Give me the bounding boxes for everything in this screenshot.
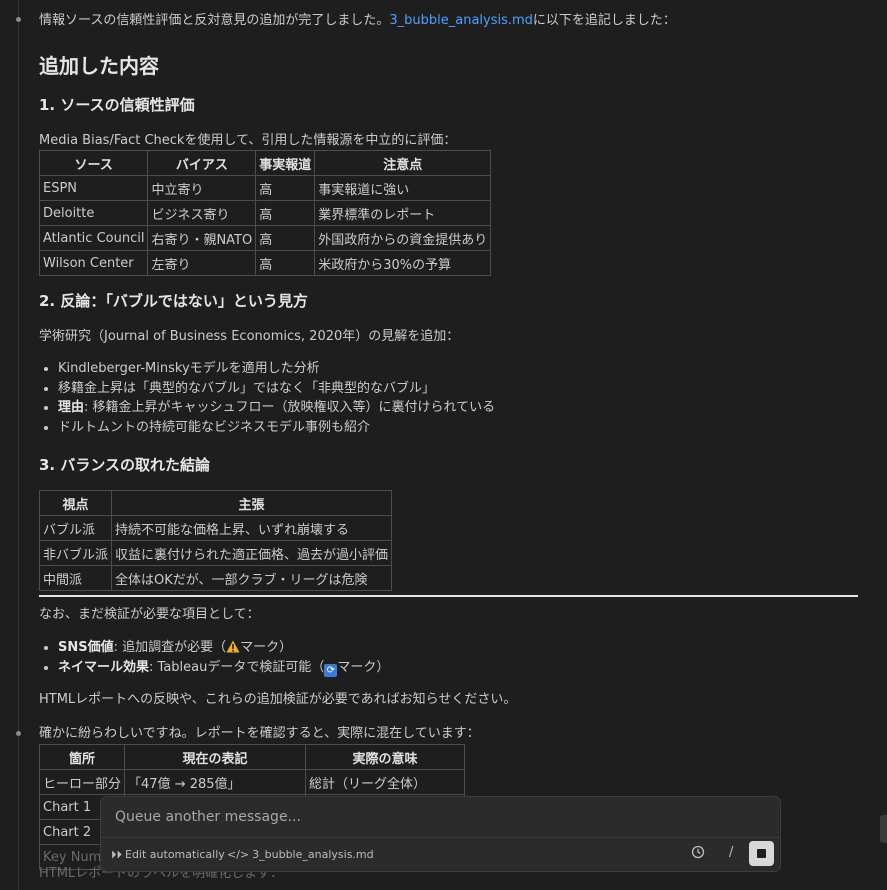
fast-forward-icon: ⏵⏵ bbox=[111, 848, 122, 861]
edit-automatically-button[interactable]: ⏵⏵ Edit automatically bbox=[111, 848, 225, 862]
heading-added-content: 追加した内容 bbox=[39, 54, 159, 78]
note-lead: なお、まだ検証が必要な項目として： bbox=[39, 607, 260, 622]
table-cell: 収益に裏付けられた適正価格、過去が過小評価 bbox=[111, 540, 393, 566]
intro-text-end: に以下を追記しました： bbox=[532, 13, 676, 28]
list-item-text: : 追加調査が必要（ bbox=[113, 640, 227, 655]
table-row: Wilson Center 左寄り高米政府から30%の予算 bbox=[38, 250, 492, 276]
table-cell: Atlantic Council bbox=[38, 225, 149, 251]
table-cell: 「47億 → 285億」 bbox=[124, 769, 307, 795]
balanced-conclusion-table: 視点 主張 バブル派 持続不可能な価格上昇、いずれ崩壊する 非バブル派 収益に裏付け… bbox=[38, 490, 393, 591]
intro-text: 情報ソースの信頼性評価と反対意見の追加が完了しました。 bbox=[39, 13, 390, 28]
queue-input[interactable]: Queue another message... bbox=[115, 809, 301, 825]
second-message-text: 確かに紛らわしいですね。レポートを確認すると、実際に混在しています： bbox=[39, 726, 480, 741]
message-bullet bbox=[16, 731, 21, 736]
table-cell: 業界標準のレポート bbox=[314, 200, 492, 226]
table-cell: 高 bbox=[255, 175, 316, 201]
edit-automatically-label: Edit automatically bbox=[125, 848, 225, 861]
table-cell: 中立寄り bbox=[147, 175, 257, 201]
list-item-text: : Tableauデータで検証可能（ bbox=[149, 659, 325, 675]
table-header: 箇所 bbox=[38, 744, 126, 770]
code-icon: </> bbox=[227, 848, 250, 861]
section1-lead: Media Bias/Fact Checkを使用して、引用した情報源を中立的に評… bbox=[39, 133, 457, 148]
table-cell: ビジネス寄り bbox=[147, 200, 257, 226]
divider bbox=[101, 837, 780, 838]
list-item-bold: ネイマール効果 bbox=[58, 659, 150, 675]
section2-title: 2. 反論：「バブルではない」という見方 bbox=[39, 292, 308, 310]
list-item-bold: SNS価値 bbox=[58, 640, 114, 655]
table-header: 事実報道 bbox=[255, 150, 316, 176]
table-cell: 全体はOKだが、一部クラブ・リーグは危険 bbox=[111, 565, 393, 591]
table-cell: Wilson Center bbox=[38, 250, 149, 276]
table-row: 非バブル派 収益に裏付けられた適正価格、過去が過小評価 bbox=[38, 540, 393, 566]
list-item: ネイマール効果: Tableauデータで検証可能（⟳マーク） bbox=[58, 658, 389, 678]
table-cell: 高 bbox=[255, 250, 316, 276]
file-context-chip[interactable]: </> 3_bubble_analysis.md bbox=[227, 848, 374, 861]
table-cell: 事実報道に強い bbox=[314, 175, 492, 201]
section2-lead: 学術研究（Journal of Business Economics, 2020… bbox=[39, 329, 460, 344]
table-row: バブル派 持続不可能な価格上昇、いずれ崩壊する bbox=[38, 515, 393, 541]
table-cell: 左寄り bbox=[147, 250, 257, 276]
list-item-text: 移籍金上昇は「典型的なバブル」ではなく「非典型的なバブル」 bbox=[58, 380, 436, 396]
table-header: バイアス bbox=[147, 150, 257, 176]
verification-list: SNS価値: 追加調査が必要（ マーク） ネイマール効果: Tableauデータで… bbox=[39, 638, 389, 677]
table-cell: 高 bbox=[255, 200, 316, 226]
list-item-text: Kindleberger-Minskyモデルを適用した分析 bbox=[58, 361, 320, 376]
table-row: ESPN 中立寄り高事実報道に強い bbox=[38, 175, 492, 201]
table-header: ソース bbox=[38, 150, 149, 176]
table-cell: 高 bbox=[255, 225, 316, 251]
slash-command-button[interactable]: / bbox=[729, 845, 733, 860]
table-cell: Deloitte bbox=[38, 200, 149, 226]
list-item: 移籍金上昇は「典型的なバブル」ではなく「非典型的なバブル」 bbox=[58, 379, 495, 399]
file-context-label: 3_bubble_analysis.md bbox=[252, 848, 374, 861]
table-cell: 総計（リーグ全体） bbox=[305, 769, 466, 795]
list-item-text: : 移籍金上昇がキャッシュフロー（放映権収入等）に裏付けられている bbox=[84, 400, 496, 415]
table-cell: 非バブル派 bbox=[38, 540, 113, 566]
table-header: 主張 bbox=[111, 490, 393, 516]
table-cell: 右寄り・親NATO bbox=[147, 225, 257, 251]
list-item-text: マーク） bbox=[240, 640, 293, 655]
intro-line: 情報ソースの信頼性評価と反対意見の追加が完了しました。3_bubble_anal… bbox=[39, 11, 859, 30]
file-link[interactable]: 3_bubble_analysis.md bbox=[389, 13, 533, 28]
table-cell: ESPN bbox=[38, 175, 149, 201]
table-cell: ヒーロー部分 bbox=[38, 769, 126, 795]
closing-text: HTMLレポートへの反映や、これらの追加検証が必要であればお知らせください。 bbox=[39, 692, 517, 707]
table-cell: バブル派 bbox=[38, 515, 113, 541]
list-item: Kindleberger-Minskyモデルを適用した分析 bbox=[58, 359, 495, 379]
warning-icon bbox=[226, 640, 240, 653]
table-header: 視点 bbox=[38, 490, 113, 516]
table-header: 実際の意味 bbox=[305, 744, 466, 770]
table-row: 中間派 全体はOKだが、一部クラブ・リーグは危険 bbox=[38, 565, 393, 591]
table-cell: 米政府から30%の予算 bbox=[314, 250, 492, 276]
sync-icon: ⟳ bbox=[324, 663, 338, 677]
table-cell: 外国政府からの資金提供あり bbox=[314, 225, 492, 251]
stop-button[interactable] bbox=[749, 841, 774, 866]
list-item: 理由: 移籍金上昇がキャッシュフロー（放映権収入等）に裏付けられている bbox=[58, 398, 495, 418]
table-cell: 持続不可能な価格上昇、いずれ崩壊する bbox=[111, 515, 393, 541]
clock-icon[interactable] bbox=[691, 845, 705, 859]
queue-message-box[interactable]: Queue another message... ⏵⏵ Edit automati… bbox=[100, 796, 781, 872]
section3-title: 3. バランスの取れた結論 bbox=[39, 456, 211, 474]
horizontal-rule bbox=[39, 595, 858, 597]
counterargument-list: Kindleberger-Minskyモデルを適用した分析 移籍金上昇は「典型的… bbox=[39, 359, 495, 437]
table-cell: 中間派 bbox=[38, 565, 113, 591]
side-panel-handle[interactable] bbox=[880, 815, 887, 843]
table-header: 現在の表記 bbox=[124, 744, 307, 770]
list-item: ドルトムントの持続可能なビジネスモデル事例も紹介 bbox=[58, 418, 495, 438]
table-header: 注意点 bbox=[314, 150, 492, 176]
list-item-text: ドルトムントの持続可能なビジネスモデル事例も紹介 bbox=[58, 419, 371, 435]
list-item-bold: 理由 bbox=[58, 400, 85, 415]
list-item-text: マーク） bbox=[337, 659, 390, 675]
section1-title: 1. ソースの信頼性評価 bbox=[39, 96, 195, 114]
list-item: SNS価値: 追加調査が必要（ マーク） bbox=[58, 638, 389, 658]
source-reliability-table: ソース バイアス 事実報道 注意点 ESPN 中立寄り高事実報道に強い Deloi… bbox=[38, 150, 492, 276]
thread-rail bbox=[18, 0, 19, 890]
table-row: Atlantic Council 右寄り・親NATO 高外国政府からの資金提供あり bbox=[38, 225, 492, 251]
table-row: ヒーロー部分 「47億 → 285億」 総計（リーグ全体） bbox=[38, 769, 466, 795]
table-row: Deloitte ビジネス寄り高業界標準のレポート bbox=[38, 200, 492, 226]
message-bullet bbox=[16, 17, 21, 22]
